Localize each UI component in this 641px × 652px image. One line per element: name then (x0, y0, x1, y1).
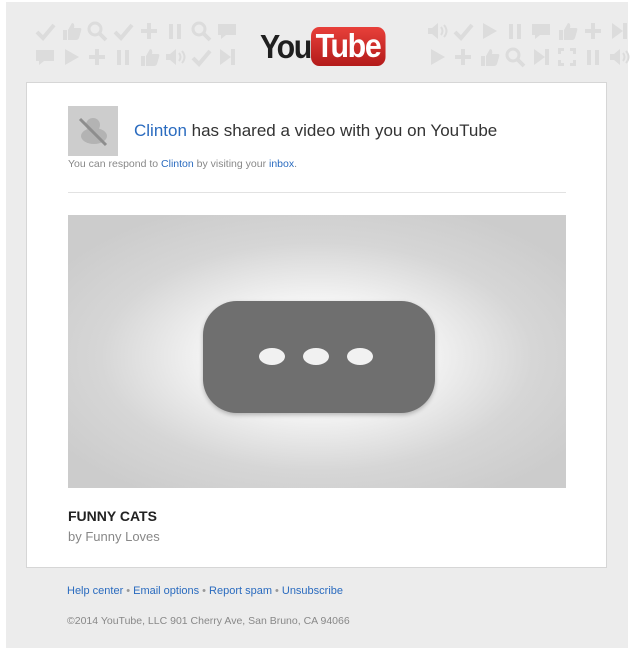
play-icon (483, 23, 497, 39)
footer-separator: • (126, 585, 131, 597)
video-byline: by Funny Loves (68, 529, 160, 544)
sender-link[interactable]: Clinton (134, 121, 187, 140)
message-card: Clinton has shared a video with you on Y… (26, 82, 607, 568)
pause-icon (587, 50, 599, 65)
respond-middle: by visiting your (193, 158, 269, 170)
logo-you-text: You (260, 27, 312, 65)
speaker-icon (166, 49, 186, 65)
thumb-icon (63, 23, 82, 40)
thumb-icon (141, 49, 160, 66)
respond-sender-link[interactable]: Clinton (161, 158, 194, 170)
check-icon (113, 23, 134, 41)
headline-text: has shared a video with you on YouTube (186, 121, 498, 140)
speaker-icon (428, 23, 448, 39)
check-icon (191, 49, 212, 67)
thumb-icon (559, 23, 578, 40)
footer-separator: • (202, 585, 207, 597)
next-icon (612, 23, 627, 39)
avatar[interactable] (68, 106, 118, 156)
loading-dot-icon (303, 348, 329, 365)
logo-tube-text: Tube (311, 26, 387, 66)
search-icon (505, 47, 526, 68)
chat-icon (36, 50, 54, 65)
full-icon (558, 48, 576, 66)
plus-icon (141, 23, 157, 39)
pause-icon (117, 50, 129, 65)
video-thumbnail[interactable] (68, 215, 566, 488)
plus-icon (89, 49, 105, 65)
footer-separator: • (275, 585, 279, 597)
email-background: You Tube Clinton has shared a video with… (6, 2, 630, 648)
unsubscribe-link[interactable]: Unsubscribe (282, 585, 343, 597)
play-icon (431, 49, 445, 65)
search-icon (191, 21, 212, 42)
report-spam-link[interactable]: Report spam (209, 585, 272, 597)
check-icon (453, 23, 474, 41)
pause-icon (169, 24, 181, 39)
thumb-icon (481, 49, 500, 66)
play-icon (65, 49, 79, 65)
next-icon (220, 49, 235, 65)
inbox-link[interactable]: inbox (269, 158, 294, 170)
chat-icon (218, 24, 236, 39)
default-avatar-icon (78, 117, 108, 147)
plus-icon (585, 23, 601, 39)
speaker-icon (610, 49, 630, 65)
footer-links: Help center • Email options • Report spam • Un… (67, 585, 343, 597)
email-options-link[interactable]: Email options (133, 585, 199, 597)
search-icon (87, 21, 108, 42)
loading-play-icon[interactable] (203, 301, 435, 413)
check-icon (35, 23, 56, 41)
plus-icon (455, 49, 471, 65)
chat-icon (532, 24, 550, 39)
video-title[interactable]: FUNNY CATS (68, 508, 157, 524)
share-headline: Clinton has shared a video with you on Y… (134, 121, 497, 141)
respond-suffix: . (294, 158, 298, 170)
copyright-notice: ©2014 YouTube, LLC 901 Cherry Ave, San B… (67, 615, 350, 627)
divider (68, 192, 566, 193)
loading-dot-icon (259, 348, 285, 365)
respond-prefix: You can respond to (68, 158, 162, 170)
pause-icon (509, 24, 521, 39)
respond-note: You can respond to Clinton by visiting y… (68, 158, 297, 170)
help-center-link[interactable]: Help center (67, 585, 123, 597)
next-icon (534, 49, 549, 65)
youtube-logo[interactable]: You Tube (260, 24, 387, 68)
loading-dot-icon (347, 348, 373, 365)
